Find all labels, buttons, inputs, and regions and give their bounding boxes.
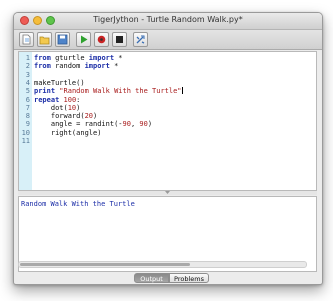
code-text: angle = randint(-90, 90): [34, 120, 152, 128]
tab-problems[interactable]: Problems: [169, 273, 209, 283]
keyword-token: import: [84, 62, 110, 71]
code-text: from gturtle import *: [34, 54, 123, 62]
literal-token: 100: [63, 95, 77, 104]
window-title: TigerJython - Turtle Random Walk.py*: [93, 15, 243, 24]
code-token: makeTurtle(): [34, 78, 85, 87]
new-file-icon: [22, 34, 31, 45]
debug-icon: [97, 35, 106, 44]
code-text: right(angle): [34, 128, 102, 137]
run-button[interactable]: [76, 32, 91, 47]
code-token: forward(: [34, 112, 85, 121]
title-bar[interactable]: TigerJython - Turtle Random Walk.py*: [14, 13, 322, 30]
code-token: ): [93, 112, 98, 121]
keyword-token: from: [34, 54, 51, 62]
code-token: ): [76, 103, 81, 112]
line-number: 11: [21, 137, 30, 145]
keyword-token: from: [34, 62, 51, 71]
code-token: dot(: [34, 103, 68, 112]
code-text: print "Random Walk With the Turtle": [34, 87, 183, 95]
code-token: gturtle: [50, 54, 89, 62]
open-file-button[interactable]: [37, 32, 52, 47]
code-token: ): [147, 120, 153, 129]
line-number: 2: [25, 62, 30, 71]
code-token: *: [114, 54, 123, 62]
open-file-icon: [39, 36, 50, 45]
save-icon: [57, 34, 68, 45]
line-number: 8: [25, 112, 30, 121]
code-text: repeat 100:: [34, 96, 80, 104]
save-button[interactable]: [55, 32, 70, 47]
code-token: angle = randint(-: [34, 120, 123, 129]
text-caret: [181, 87, 183, 95]
line-number: 5: [25, 87, 30, 96]
tab-output[interactable]: Output: [134, 273, 169, 283]
code-token: right(angle): [34, 128, 102, 137]
drag-handle-icon: [165, 191, 170, 194]
code-token: :: [76, 95, 81, 104]
code-text: dot(10): [34, 103, 81, 112]
keyword-token: print: [34, 87, 56, 96]
code-token: *: [109, 62, 119, 71]
literal-token: 90: [139, 120, 148, 129]
line-number: 7: [25, 103, 30, 112]
line-number: 6: [25, 95, 30, 104]
run-icon: [81, 35, 88, 44]
line-number: 4: [25, 78, 30, 87]
code-text: forward(20): [34, 112, 97, 120]
stop-button[interactable]: [112, 32, 127, 47]
keyword-token: repeat: [34, 95, 60, 104]
code-token: random: [50, 62, 85, 71]
keyword-token: import: [88, 54, 115, 62]
console-tabs: Output Problems: [14, 273, 322, 284]
settings-icon: [136, 35, 145, 44]
ide-window: TigerJython - Turtle Random Walk.py* 1 f…: [13, 12, 323, 285]
code-text: from random import *: [34, 62, 118, 70]
settings-button[interactable]: [133, 32, 148, 47]
console-horizontal-scrollbar[interactable]: [18, 261, 307, 268]
line-number: 3: [25, 70, 30, 79]
literal-token: 90: [122, 120, 131, 129]
new-file-button[interactable]: [19, 32, 34, 47]
toolbar: [14, 30, 322, 50]
code-text: makeTurtle(): [34, 79, 85, 87]
scrollbar-thumb[interactable]: [20, 263, 190, 266]
editor-console-splitter[interactable]: [18, 191, 317, 195]
line-number: 10: [21, 128, 30, 137]
line-number: 1: [25, 54, 30, 62]
literal-token: 20: [84, 112, 94, 121]
stop-icon: [116, 36, 123, 43]
debug-button[interactable]: [94, 32, 109, 47]
literal-token: "Random Walk With the Turtle": [59, 87, 182, 96]
console-output-text: Random Walk With the Turtle: [21, 200, 135, 208]
code-editor[interactable]: 1 from gturtle import * 2 from random impor…: [18, 51, 317, 191]
literal-token: 10: [67, 103, 77, 112]
line-number: 9: [25, 120, 30, 129]
